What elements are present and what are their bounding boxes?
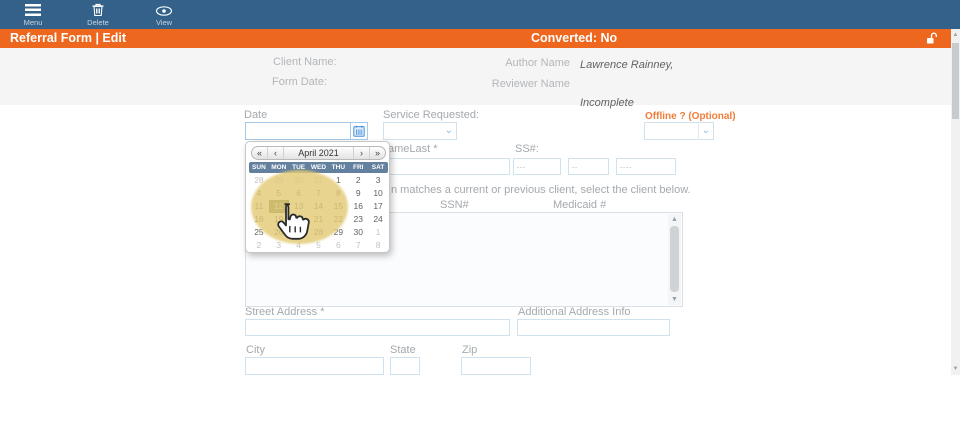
chevron-down-icon: ⌄ xyxy=(445,124,453,138)
scroll-up-icon[interactable]: ▲ xyxy=(668,214,681,225)
converted-status: Converted: No xyxy=(531,31,617,45)
calendar-day[interactable]: 2 xyxy=(348,174,368,187)
medicaid-column-label: Medicaid # xyxy=(553,199,606,211)
title-bar: Referral Form | Edit Converted: No xyxy=(0,29,951,48)
name-last-label: ameLast * xyxy=(388,143,438,155)
reviewer-name-label: Reviewer Name xyxy=(470,78,570,90)
menu-button[interactable]: Menu xyxy=(11,0,55,29)
cursor-hand-icon xyxy=(272,201,310,241)
ssn-column-label: SSN# xyxy=(440,199,469,211)
form-status-value: Incomplete xyxy=(580,97,634,109)
calendar-day[interactable]: 7 xyxy=(348,239,368,252)
state-label: State xyxy=(390,344,416,356)
view-button[interactable]: View xyxy=(142,0,186,29)
calendar-dayname: SAT xyxy=(368,162,388,173)
calendar-day[interactable]: 3 xyxy=(368,174,388,187)
delete-button[interactable]: Delete xyxy=(76,0,120,29)
city-input[interactable] xyxy=(245,357,384,375)
page-scrollbar-thumb[interactable] xyxy=(952,43,959,119)
next-month-button[interactable]: › xyxy=(353,147,369,159)
unlock-icon[interactable] xyxy=(925,32,939,45)
eye-icon xyxy=(156,6,173,16)
calendar-day-names-row: SUNMONTUEWEDTHUFRISAT xyxy=(249,162,388,173)
zip-label: Zip xyxy=(462,344,477,356)
prev-year-button[interactable]: « xyxy=(252,147,268,159)
trash-icon xyxy=(92,3,105,17)
calendar-day[interactable]: 23 xyxy=(348,213,368,226)
next-year-button[interactable]: » xyxy=(369,147,385,159)
calendar-dayname: FRI xyxy=(348,162,368,173)
ssn-part2-input[interactable] xyxy=(568,158,609,175)
calendar-picker-button[interactable] xyxy=(350,122,368,140)
author-name-value: Lawrence Rainney, xyxy=(580,59,673,71)
name-last-input[interactable] xyxy=(383,158,510,175)
app-window: Menu Delete View Referral Form | Edit Co… xyxy=(0,0,960,442)
additional-address-label: Additional Address Info xyxy=(518,306,631,318)
ssn-part3-input[interactable] xyxy=(616,158,676,175)
calendar-day[interactable]: 17 xyxy=(368,200,388,213)
state-input[interactable] xyxy=(390,357,420,375)
calendar-dayname: THU xyxy=(328,162,348,173)
calendar-day[interactable]: 2 xyxy=(249,239,269,252)
calendar-day[interactable]: 16 xyxy=(348,200,368,213)
calendar-day[interactable]: 30 xyxy=(348,226,368,239)
hamburger-icon xyxy=(25,4,41,16)
client-name-label: Client Name: xyxy=(273,56,337,68)
ssn-part1-input[interactable] xyxy=(513,158,561,175)
page-scroll-down-icon[interactable]: ▼ xyxy=(951,363,960,375)
calendar-day[interactable]: 24 xyxy=(368,213,388,226)
calendar-icon xyxy=(353,125,365,137)
street-address-label: Street Address * xyxy=(245,306,325,318)
ss-label: SS#: xyxy=(515,143,539,155)
calendar-day[interactable]: 8 xyxy=(368,239,388,252)
city-label: City xyxy=(246,344,265,356)
calendar-day[interactable]: 6 xyxy=(328,239,348,252)
calendar-month-title[interactable]: April 2021 xyxy=(284,147,353,159)
scroll-down-icon[interactable]: ▼ xyxy=(668,294,681,305)
calendar-dayname: SUN xyxy=(249,162,269,173)
menu-label: Menu xyxy=(11,18,55,27)
listbox-scrollbar[interactable]: ▲ ▼ xyxy=(668,214,681,305)
offline-select[interactable]: ⌄ xyxy=(644,122,714,140)
page-scroll-up-icon[interactable]: ▲ xyxy=(951,29,960,41)
form-header: Client Name: Form Date: Author Name Lawr… xyxy=(0,48,951,105)
client-match-hint: n matches a current or previous client, … xyxy=(391,184,691,196)
form-date-label: Form Date: xyxy=(272,76,327,88)
chevron-down-icon: ⌄ xyxy=(698,124,710,140)
street-address-input[interactable] xyxy=(245,319,510,336)
page-title: Referral Form | Edit xyxy=(10,31,126,45)
calendar-nav: « ‹ April 2021 › » xyxy=(251,146,386,160)
scrollbar-thumb[interactable] xyxy=(670,226,679,292)
calendar-day[interactable]: 1 xyxy=(368,226,388,239)
zip-input[interactable] xyxy=(461,357,531,375)
service-requested-label: Service Requested: xyxy=(383,109,479,121)
author-name-label: Author Name xyxy=(470,57,570,69)
additional-address-input[interactable] xyxy=(517,319,670,336)
date-input[interactable] xyxy=(245,122,351,140)
calendar-day[interactable]: 10 xyxy=(368,187,388,200)
delete-label: Delete xyxy=(76,18,120,27)
top-toolbar: Menu Delete View xyxy=(0,0,960,29)
page-scrollbar[interactable]: ▲ ▼ xyxy=(951,29,960,375)
view-label: View xyxy=(142,18,186,27)
prev-month-button[interactable]: ‹ xyxy=(268,147,284,159)
calendar-day[interactable]: 9 xyxy=(348,187,368,200)
service-requested-select[interactable]: ⌄ xyxy=(383,122,457,140)
date-label: Date xyxy=(244,109,267,121)
offline-optional-label: Offline ? (Optional) xyxy=(645,111,736,122)
